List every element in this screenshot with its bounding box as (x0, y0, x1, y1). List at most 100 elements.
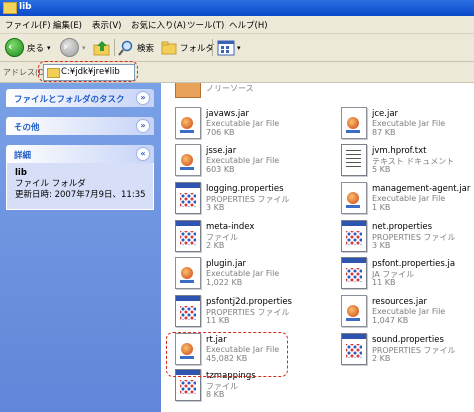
highlight-annotation (166, 332, 288, 377)
file-size: 11 KB (372, 278, 396, 287)
file-size: 1 KB (372, 203, 391, 212)
file-name: sound.properties (372, 335, 444, 345)
jar-icon (341, 107, 367, 139)
file-name: management-agent.jar (372, 184, 471, 194)
file-item[interactable]: jsse.jar Executable Jar File 603 KB (175, 144, 325, 180)
file-item[interactable]: jce.jar Executable Jar File 87 KB (341, 107, 474, 143)
file-name: psfontj2d.properties (206, 297, 292, 307)
properties-icon (175, 182, 201, 214)
file-type: Executable Jar File (206, 156, 280, 165)
file-name: logging.properties (206, 184, 284, 194)
jar-icon (341, 182, 367, 214)
chevron-down-icon[interactable]: » (136, 119, 150, 133)
details-body: lib ファイル フォルダ 更新日時: 2007年7月9日、11:35 (6, 163, 154, 210)
file-type: Executable Jar File (206, 119, 280, 128)
toolbar: ‹ 戻る ▾ › ▾ 検索 フォルダ ▾ (0, 34, 474, 62)
chevron-down-icon[interactable]: » (136, 91, 150, 105)
detail-name: lib (15, 168, 27, 178)
toolbar-separator (212, 39, 213, 56)
file-name: javaws.jar (206, 109, 249, 119)
detail-updated: 更新日時: 2007年7月9日、11:35 (15, 190, 146, 200)
views-button[interactable]: ▾ (217, 37, 241, 58)
file-name: net.properties (372, 222, 433, 232)
file-size: 87 KB (372, 128, 396, 137)
file-item[interactable]: javaws.jar Executable Jar File 706 KB (175, 107, 325, 143)
file-size: 2 KB (372, 354, 391, 363)
menu-edit[interactable]: 編集(E) (53, 19, 82, 31)
menu-file[interactable]: ファイル(F) (5, 19, 51, 31)
file-name: psfont.properties.ja (372, 259, 456, 269)
file-type: Executable Jar File (206, 269, 280, 278)
file-item[interactable]: psfontj2d.properties PROPERTIES ファイル 11 KB (175, 295, 325, 331)
up-folder-button[interactable] (93, 37, 111, 58)
menu-help[interactable]: ヘルプ(H) (229, 19, 268, 31)
jar-icon (175, 107, 201, 139)
other-places-panel: その他 » (6, 117, 154, 135)
partial-item-text: ノリーソース (206, 84, 254, 93)
file-item[interactable]: sound.properties PROPERTIES ファイル 2 KB (341, 333, 474, 369)
menu-bar: ファイル(F) 編集(E) 表示(V) お気に入り(A) ツール(T) ヘルプ(… (0, 16, 474, 34)
file-size: 1,022 KB (206, 278, 243, 287)
folders-button[interactable]: フォルダ (161, 37, 214, 58)
back-label: 戻る (27, 43, 45, 54)
jar-icon (175, 144, 201, 176)
file-size: 3 KB (372, 241, 391, 250)
file-size: 11 KB (206, 316, 230, 325)
forward-button[interactable]: › ▾ (60, 37, 86, 58)
details-panel: 詳細 « lib ファイル フォルダ 更新日時: 2007年7月9日、11:35 (6, 145, 154, 210)
file-item[interactable]: logging.properties PROPERTIES ファイル 3 KB (175, 182, 325, 218)
search-button[interactable]: 検索 (118, 37, 154, 58)
file-icon (175, 220, 201, 252)
file-size: 706 KB (206, 128, 235, 137)
chevron-up-icon[interactable]: « (136, 147, 150, 161)
other-places-title: その他 (14, 123, 40, 133)
folders-label: フォルダ (180, 43, 215, 54)
file-size: 5 KB (372, 165, 391, 174)
menu-view[interactable]: 表示(V) (92, 19, 121, 31)
dropdown-arrow-icon[interactable]: ▾ (237, 44, 241, 52)
up-folder-icon (93, 40, 110, 55)
back-button[interactable]: ‹ 戻る ▾ (5, 37, 51, 58)
file-item[interactable]: resources.jar Executable Jar File 1,047 KB (341, 295, 474, 331)
other-places-header[interactable]: その他 » (6, 117, 154, 135)
search-icon (118, 40, 133, 56)
file-item[interactable]: management-agent.jar Executable Jar File 1… (341, 182, 474, 218)
dropdown-arrow-icon[interactable]: ▾ (82, 44, 86, 52)
file-tasks-title: ファイルとフォルダのタスク (14, 95, 125, 105)
menu-tools[interactable]: ツール(T) (187, 19, 224, 31)
views-icon (217, 40, 235, 55)
task-pane: ファイルとフォルダのタスク » その他 » 詳細 « lib ファイル フォルダ… (0, 83, 161, 412)
highlight-annotation (38, 61, 138, 82)
file-name: jvm.hprof.txt (372, 146, 427, 156)
file-tasks-header[interactable]: ファイルとフォルダのタスク » (6, 89, 154, 107)
forward-arrow-icon: › (60, 38, 79, 57)
file-tasks-panel: ファイルとフォルダのタスク » (6, 89, 154, 107)
file-icon (341, 257, 367, 289)
window-title: lib (19, 2, 32, 12)
file-type: Executable Jar File (372, 194, 446, 203)
details-header[interactable]: 詳細 « (6, 145, 154, 163)
file-item[interactable]: net.properties PROPERTIES ファイル 3 KB (341, 220, 474, 256)
file-type: Executable Jar File (372, 307, 446, 316)
partial-folder-icon (175, 83, 201, 98)
file-type: Executable Jar File (372, 119, 446, 128)
title-bar: lib (0, 0, 474, 16)
folders-icon (161, 41, 177, 54)
file-size: 603 KB (206, 165, 235, 174)
file-size: 2 KB (206, 241, 225, 250)
file-item[interactable]: psfont.properties.ja JA ファイル 11 KB (341, 257, 474, 293)
file-item[interactable]: meta-index ファイル 2 KB (175, 220, 325, 256)
file-name: jce.jar (372, 109, 399, 119)
menu-favorites[interactable]: お気に入り(A) (131, 19, 186, 31)
detail-type: ファイル フォルダ (15, 179, 86, 189)
file-name: resources.jar (372, 297, 427, 307)
toolbar-separator (114, 39, 115, 56)
file-item[interactable]: plugin.jar Executable Jar File 1,022 KB (175, 257, 325, 293)
file-name: meta-index (206, 222, 255, 232)
file-item[interactable]: jvm.hprof.txt テキスト ドキュメント 5 KB (341, 144, 474, 180)
file-name: jsse.jar (206, 146, 237, 156)
back-arrow-icon: ‹ (5, 38, 24, 57)
details-title: 詳細 (14, 151, 32, 161)
dropdown-arrow-icon[interactable]: ▾ (47, 44, 51, 52)
properties-icon (175, 295, 201, 327)
